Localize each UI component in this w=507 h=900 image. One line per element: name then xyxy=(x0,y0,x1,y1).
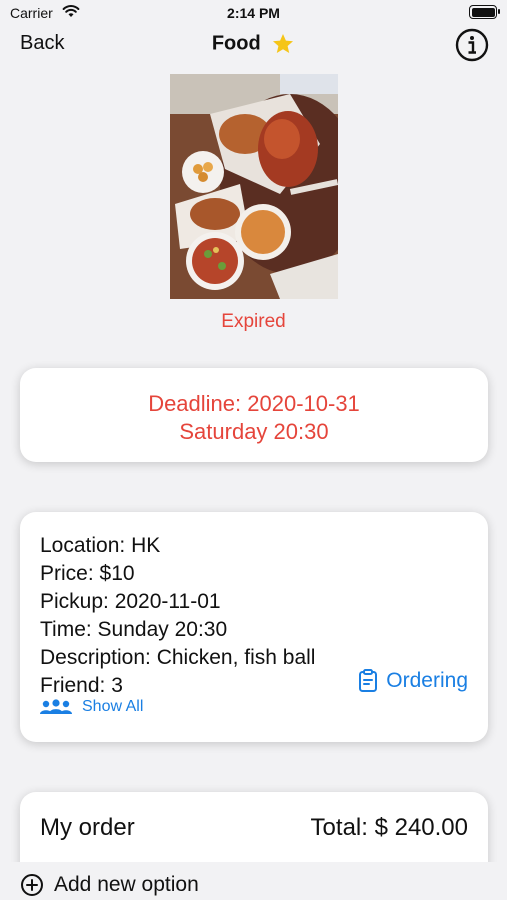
deadline-card: Deadline: 2020-10-31 Saturday 20:30 xyxy=(20,368,488,462)
status-bar: Carrier 2:14 PM xyxy=(0,0,507,26)
ordering-button[interactable]: Ordering xyxy=(358,669,468,693)
info-icon[interactable] xyxy=(455,28,489,62)
expired-status-label: Expired xyxy=(221,311,286,332)
price-text: Price: $10 xyxy=(40,562,135,585)
clock-label: 2:14 PM xyxy=(227,5,280,21)
time-text: Time: Sunday 20:30 xyxy=(40,618,228,641)
deadline-date: Deadline: 2020-10-31 xyxy=(148,391,360,416)
show-all-button[interactable]: Show All xyxy=(40,698,143,716)
pickup-text: Pickup: 2020-11-01 xyxy=(40,590,221,613)
deadline-day-time: Saturday 20:30 xyxy=(179,419,329,444)
ordering-label: Ordering xyxy=(386,669,468,692)
location-text: Location: HK xyxy=(40,534,161,557)
people-icon xyxy=(40,699,72,714)
clipboard-icon xyxy=(359,669,378,692)
food-photo xyxy=(170,74,338,299)
order-total: Total: $ 240.00 xyxy=(310,814,468,841)
details-card: Location: HK Price: $10 Pickup: 2020-11-… xyxy=(20,512,488,742)
battery-icon xyxy=(469,5,500,19)
nav-title-group: Food xyxy=(0,32,507,56)
plus-circle-icon xyxy=(21,874,43,896)
add-new-option-label: Add new option xyxy=(54,873,199,896)
show-all-label: Show All xyxy=(82,698,144,715)
navigation-bar: Back Food xyxy=(0,26,507,62)
description-text: Description: Chicken, fish ball xyxy=(40,646,316,669)
page-title: Food xyxy=(211,32,261,55)
star-icon[interactable] xyxy=(271,32,295,56)
add-new-option-button[interactable]: Add new option xyxy=(20,873,199,897)
my-order-title: My order xyxy=(40,814,135,841)
bottom-toolbar: Add new option xyxy=(0,862,507,900)
